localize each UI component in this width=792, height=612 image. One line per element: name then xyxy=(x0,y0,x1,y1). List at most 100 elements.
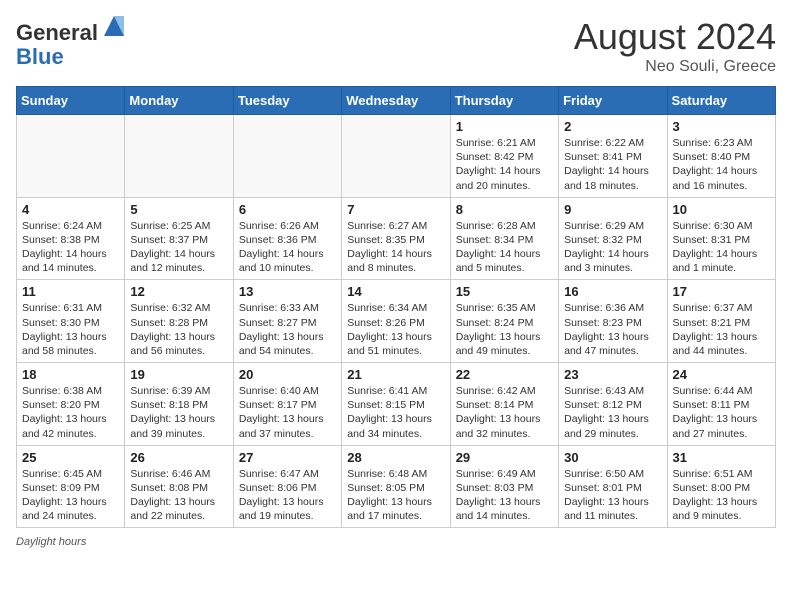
day-number: 3 xyxy=(673,119,770,134)
footer-note: Daylight hours xyxy=(16,536,86,548)
day-number: 20 xyxy=(239,367,336,382)
day-info: Sunrise: 6:33 AMSunset: 8:27 PMDaylight:… xyxy=(239,301,336,358)
calendar-dow-sunday: Sunday xyxy=(17,87,125,115)
calendar-cell: 29Sunrise: 6:49 AMSunset: 8:03 PMDayligh… xyxy=(450,445,558,528)
day-info: Sunrise: 6:37 AMSunset: 8:21 PMDaylight:… xyxy=(673,301,770,358)
day-number: 13 xyxy=(239,284,336,299)
logo: General Blue xyxy=(16,16,128,69)
day-info: Sunrise: 6:35 AMSunset: 8:24 PMDaylight:… xyxy=(456,301,553,358)
calendar-cell: 25Sunrise: 6:45 AMSunset: 8:09 PMDayligh… xyxy=(17,445,125,528)
calendar-cell: 12Sunrise: 6:32 AMSunset: 8:28 PMDayligh… xyxy=(125,280,233,363)
day-info: Sunrise: 6:45 AMSunset: 8:09 PMDaylight:… xyxy=(22,467,119,524)
day-info: Sunrise: 6:41 AMSunset: 8:15 PMDaylight:… xyxy=(347,384,444,441)
day-number: 27 xyxy=(239,450,336,465)
calendar-cell: 30 Sunrise: 6:50 AMSunset: 8:01 PMDayligh… xyxy=(559,445,667,528)
calendar-cell: 22Sunrise: 6:42 AMSunset: 8:14 PMDayligh… xyxy=(450,363,558,446)
calendar-cell xyxy=(342,115,450,198)
calendar-cell: 27 Sunrise: 6:47 AMSunset: 8:06 PMDayligh… xyxy=(233,445,341,528)
day-number: 30 xyxy=(564,450,661,465)
day-number: 29 xyxy=(456,450,553,465)
day-info: Sunrise: 6:43 AMSunset: 8:12 PMDaylight:… xyxy=(564,384,661,441)
calendar-week-5: 25Sunrise: 6:45 AMSunset: 8:09 PMDayligh… xyxy=(17,445,776,528)
day-info: Sunrise: 6:50 AMSunset: 8:01 PMDaylight:… xyxy=(564,467,661,524)
day-number: 16 xyxy=(564,284,661,299)
day-number: 23 xyxy=(564,367,661,382)
calendar-cell: 13 Sunrise: 6:33 AMSunset: 8:27 PMDayligh… xyxy=(233,280,341,363)
day-info: Sunrise: 6:34 AMSunset: 8:26 PMDaylight:… xyxy=(347,301,444,358)
calendar-cell: 4 Sunrise: 6:24 AMSunset: 8:38 PMDaylight… xyxy=(17,197,125,280)
calendar-week-2: 4 Sunrise: 6:24 AMSunset: 8:38 PMDaylight… xyxy=(17,197,776,280)
footer: Daylight hours xyxy=(16,536,776,548)
calendar-dow-thursday: Thursday xyxy=(450,87,558,115)
day-info: Sunrise: 6:47 AMSunset: 8:06 PMDaylight:… xyxy=(239,467,336,524)
day-info: Sunrise: 6:51 AMSunset: 8:00 PMDaylight:… xyxy=(673,467,770,524)
logo-text: General Blue xyxy=(16,16,128,69)
calendar-dow-saturday: Saturday xyxy=(667,87,775,115)
day-info: Sunrise: 6:36 AMSunset: 8:23 PMDaylight:… xyxy=(564,301,661,358)
calendar-cell: 10 Sunrise: 6:30 AMSunset: 8:31 PMDayligh… xyxy=(667,197,775,280)
day-info: Sunrise: 6:27 AMSunset: 8:35 PMDaylight:… xyxy=(347,219,444,276)
day-number: 19 xyxy=(130,367,227,382)
day-info: Sunrise: 6:38 AMSunset: 8:20 PMDaylight:… xyxy=(22,384,119,441)
day-info: Sunrise: 6:25 AMSunset: 8:37 PMDaylight:… xyxy=(130,219,227,276)
day-number: 4 xyxy=(22,202,119,217)
day-number: 21 xyxy=(347,367,444,382)
calendar-cell: 14 Sunrise: 6:34 AMSunset: 8:26 PMDayligh… xyxy=(342,280,450,363)
day-info: Sunrise: 6:46 AMSunset: 8:08 PMDaylight:… xyxy=(130,467,227,524)
calendar-cell: 23 Sunrise: 6:43 AMSunset: 8:12 PMDayligh… xyxy=(559,363,667,446)
calendar-cell: 26 Sunrise: 6:46 AMSunset: 8:08 PMDayligh… xyxy=(125,445,233,528)
day-number: 17 xyxy=(673,284,770,299)
logo-icon xyxy=(100,12,128,40)
calendar-cell: 5 Sunrise: 6:25 AMSunset: 8:37 PMDaylight… xyxy=(125,197,233,280)
logo-general: General xyxy=(16,20,98,45)
calendar-header-row: SundayMondayTuesdayWednesdayThursdayFrid… xyxy=(17,87,776,115)
day-number: 9 xyxy=(564,202,661,217)
day-number: 5 xyxy=(130,202,227,217)
day-number: 2 xyxy=(564,119,661,134)
day-info: Sunrise: 6:28 AMSunset: 8:34 PMDaylight:… xyxy=(456,219,553,276)
day-number: 28 xyxy=(347,450,444,465)
calendar-cell: 16 Sunrise: 6:36 AMSunset: 8:23 PMDayligh… xyxy=(559,280,667,363)
calendar-cell: 15Sunrise: 6:35 AMSunset: 8:24 PMDayligh… xyxy=(450,280,558,363)
calendar-cell: 11Sunrise: 6:31 AMSunset: 8:30 PMDayligh… xyxy=(17,280,125,363)
day-number: 26 xyxy=(130,450,227,465)
calendar-week-1: 1 Sunrise: 6:21 AMSunset: 8:42 PMDaylight… xyxy=(17,115,776,198)
calendar-cell xyxy=(125,115,233,198)
day-number: 7 xyxy=(347,202,444,217)
calendar-cell: 6Sunrise: 6:26 AMSunset: 8:36 PMDaylight… xyxy=(233,197,341,280)
calendar-dow-wednesday: Wednesday xyxy=(342,87,450,115)
day-info: Sunrise: 6:26 AMSunset: 8:36 PMDaylight:… xyxy=(239,219,336,276)
day-number: 12 xyxy=(130,284,227,299)
calendar-week-4: 18 Sunrise: 6:38 AMSunset: 8:20 PMDayligh… xyxy=(17,363,776,446)
day-number: 8 xyxy=(456,202,553,217)
month-year: August 2024 xyxy=(574,16,776,58)
day-info: Sunrise: 6:39 AMSunset: 8:18 PMDaylight:… xyxy=(130,384,227,441)
day-info: Sunrise: 6:30 AMSunset: 8:31 PMDaylight:… xyxy=(673,219,770,276)
calendar-cell: 3Sunrise: 6:23 AMSunset: 8:40 PMDaylight… xyxy=(667,115,775,198)
day-info: Sunrise: 6:31 AMSunset: 8:30 PMDaylight:… xyxy=(22,301,119,358)
day-number: 1 xyxy=(456,119,553,134)
calendar-cell: 17 Sunrise: 6:37 AMSunset: 8:21 PMDayligh… xyxy=(667,280,775,363)
calendar-cell: 19 Sunrise: 6:39 AMSunset: 8:18 PMDayligh… xyxy=(125,363,233,446)
calendar-cell: 18 Sunrise: 6:38 AMSunset: 8:20 PMDayligh… xyxy=(17,363,125,446)
day-info: Sunrise: 6:24 AMSunset: 8:38 PMDaylight:… xyxy=(22,219,119,276)
calendar-cell: 20 Sunrise: 6:40 AMSunset: 8:17 PMDayligh… xyxy=(233,363,341,446)
calendar-cell: 31 Sunrise: 6:51 AMSunset: 8:00 PMDayligh… xyxy=(667,445,775,528)
day-number: 14 xyxy=(347,284,444,299)
day-number: 31 xyxy=(673,450,770,465)
page-header: General Blue August 2024 Neo Souli, Gree… xyxy=(16,16,776,76)
calendar-cell: 9 Sunrise: 6:29 AMSunset: 8:32 PMDaylight… xyxy=(559,197,667,280)
day-info: Sunrise: 6:40 AMSunset: 8:17 PMDaylight:… xyxy=(239,384,336,441)
day-info: Sunrise: 6:21 AMSunset: 8:42 PMDaylight:… xyxy=(456,136,553,193)
calendar-cell xyxy=(17,115,125,198)
calendar-cell: 28Sunrise: 6:48 AMSunset: 8:05 PMDayligh… xyxy=(342,445,450,528)
calendar-cell: 7 Sunrise: 6:27 AMSunset: 8:35 PMDaylight… xyxy=(342,197,450,280)
day-info: Sunrise: 6:29 AMSunset: 8:32 PMDaylight:… xyxy=(564,219,661,276)
day-number: 10 xyxy=(673,202,770,217)
calendar-cell: 8 Sunrise: 6:28 AMSunset: 8:34 PMDaylight… xyxy=(450,197,558,280)
calendar-dow-monday: Monday xyxy=(125,87,233,115)
day-number: 18 xyxy=(22,367,119,382)
calendar-dow-friday: Friday xyxy=(559,87,667,115)
calendar-cell: 2Sunrise: 6:22 AMSunset: 8:41 PMDaylight… xyxy=(559,115,667,198)
day-number: 24 xyxy=(673,367,770,382)
